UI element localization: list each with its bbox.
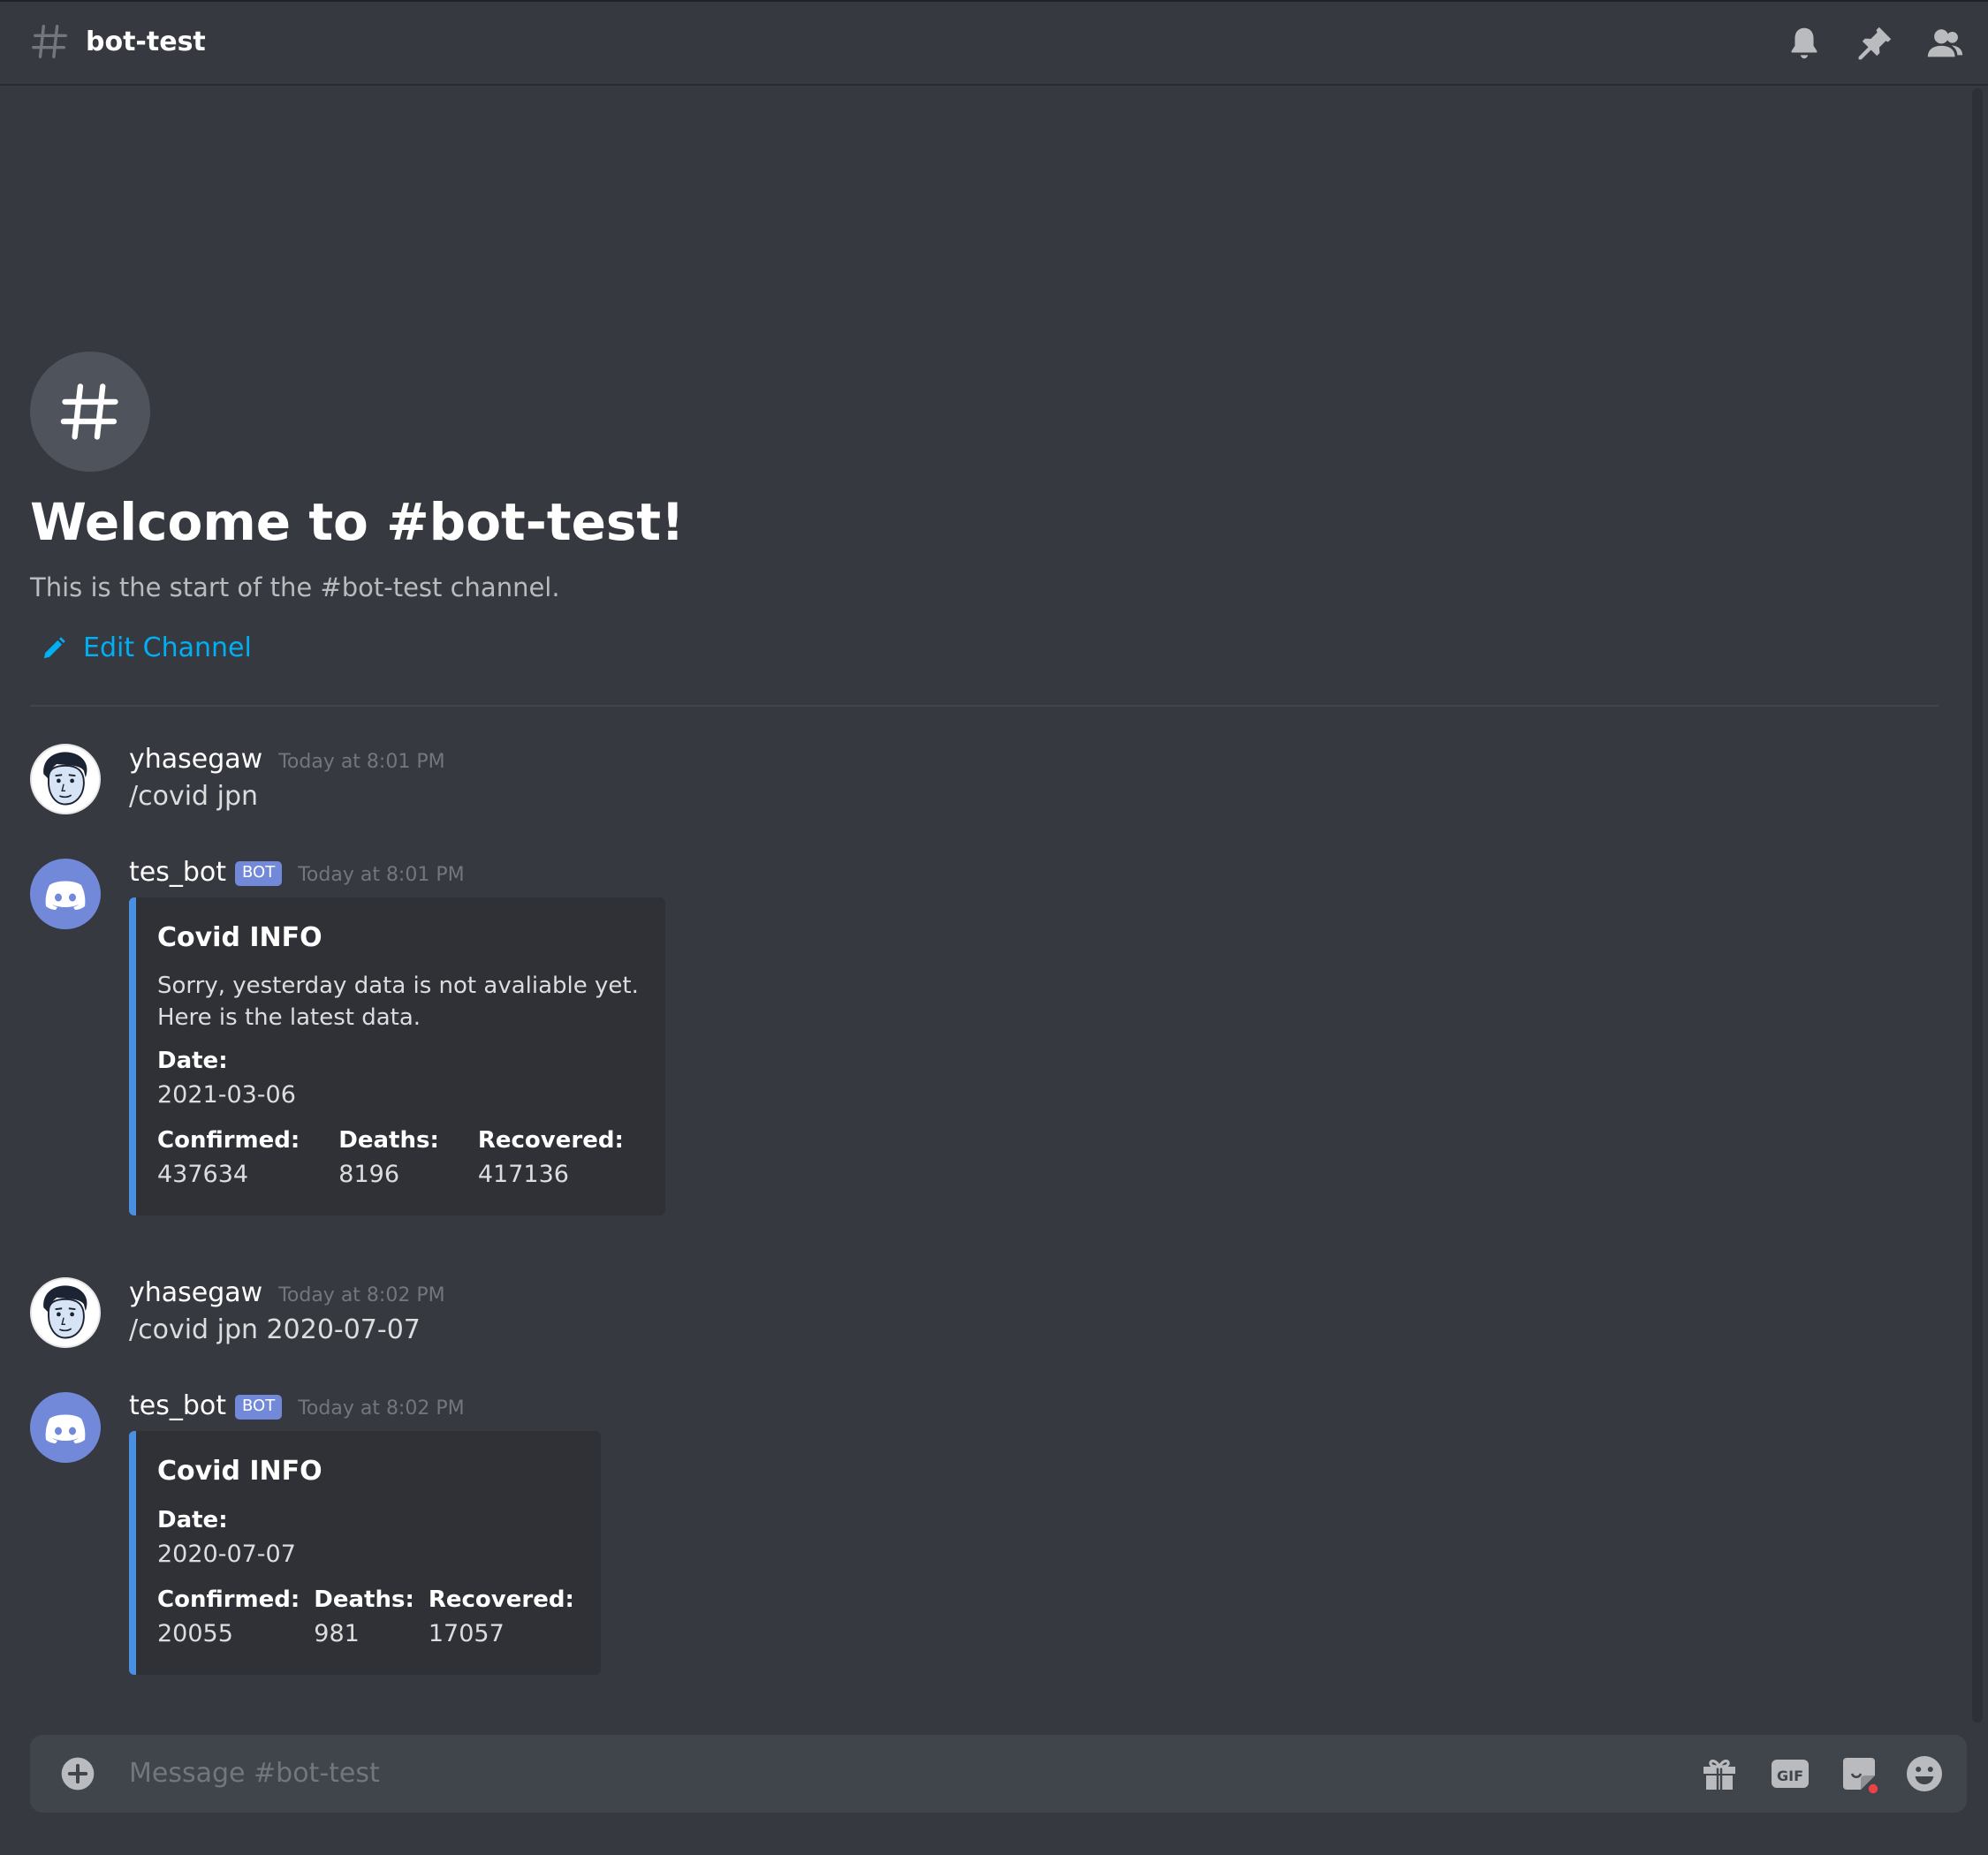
- emoji-icon[interactable]: [1903, 1753, 1946, 1795]
- embed-field-deaths: Deaths: 8196: [338, 1124, 439, 1192]
- welcome-title: Welcome to #bot-test!: [30, 492, 685, 552]
- message-header: tes_bot BOT Today at 8:02 PM: [129, 1390, 465, 1423]
- embed-title: Covid INFO: [157, 922, 322, 953]
- gif-icon[interactable]: GIF: [1769, 1753, 1811, 1795]
- divider: [30, 705, 1939, 707]
- sticker-icon[interactable]: [1838, 1753, 1880, 1795]
- channel-title: bot-test: [86, 26, 206, 57]
- embed-field-date: Date: 2020-07-07: [157, 1503, 574, 1572]
- timestamp: Today at 8:01 PM: [298, 864, 465, 886]
- user-avatar-illustration: [32, 746, 99, 813]
- message-text: /covid jpn 2020-07-07: [129, 1314, 421, 1345]
- embed-field-date: Date: 2021-03-06: [157, 1044, 639, 1113]
- bot-badge: BOT: [235, 861, 283, 886]
- member-list-icon[interactable]: [1924, 23, 1965, 64]
- username[interactable]: yhasegaw: [129, 744, 262, 775]
- field-value: 8196: [338, 1161, 399, 1188]
- field-name: Recovered:: [428, 1586, 574, 1613]
- avatar[interactable]: [30, 1277, 101, 1348]
- add-attachment-icon[interactable]: [60, 1756, 95, 1791]
- field-name: Date:: [157, 1507, 228, 1533]
- field-value: 417136: [477, 1161, 569, 1188]
- username[interactable]: tes_bot: [129, 1390, 226, 1421]
- channel-welcome-icon: [30, 352, 150, 472]
- channel-header: bot-test: [0, 0, 1988, 86]
- embed-description-line: Sorry, yesterday data is not avaliable y…: [157, 973, 639, 999]
- embed-description: Sorry, yesterday data is not avaliable y…: [157, 970, 639, 1034]
- embed-inline-fields: Confirmed: 20055 Deaths: 981 Recovered: …: [157, 1583, 574, 1652]
- bot-avatar[interactable]: [30, 859, 101, 929]
- field-name: Date:: [157, 1048, 228, 1074]
- field-value: 2021-03-06: [157, 1081, 296, 1109]
- timestamp: Today at 8:02 PM: [278, 1284, 445, 1306]
- field-value: 437634: [157, 1161, 249, 1188]
- scrollbar[interactable]: [1972, 88, 1983, 1722]
- embed-field-confirmed: Confirmed: 20055: [157, 1583, 300, 1652]
- field-name: Deaths:: [314, 1586, 414, 1613]
- notification-bell-icon[interactable]: [1784, 23, 1825, 64]
- channel-hash-icon: [32, 25, 67, 58]
- message-header: tes_bot BOT Today at 8:01 PM: [129, 857, 465, 890]
- message-header: yhasegaw Today at 8:01 PM: [129, 744, 445, 775]
- gift-icon[interactable]: [1698, 1753, 1741, 1795]
- avatar[interactable]: [30, 744, 101, 814]
- message-input[interactable]: Message #bot-test: [129, 1754, 380, 1793]
- welcome-subtitle: This is the start of the #bot-test chann…: [30, 572, 560, 602]
- embed: Covid INFO Date: 2020-07-07 Confirmed: 2…: [129, 1431, 601, 1675]
- embed-inline-fields: Confirmed: 437634 Deaths: 8196 Recovered…: [157, 1124, 639, 1192]
- timestamp: Today at 8:02 PM: [298, 1397, 465, 1420]
- pin-icon[interactable]: [1855, 23, 1895, 64]
- embed-field-confirmed: Confirmed: 437634: [157, 1124, 300, 1192]
- field-value: 981: [314, 1620, 360, 1647]
- field-name: Deaths:: [338, 1127, 439, 1154]
- large-hash-icon: [60, 383, 118, 440]
- embed: Covid INFO Sorry, yesterday data is not …: [129, 897, 665, 1215]
- embed-field-deaths: Deaths: 981: [314, 1583, 414, 1652]
- pencil-icon: [43, 637, 65, 659]
- message-text: /covid jpn: [129, 781, 259, 812]
- field-value: 20055: [157, 1620, 233, 1647]
- field-name: Recovered:: [477, 1127, 624, 1154]
- username[interactable]: yhasegaw: [129, 1277, 262, 1308]
- gif-label: GIF: [1777, 1768, 1803, 1784]
- field-value: 2020-07-07: [157, 1541, 296, 1568]
- field-name: Confirmed:: [157, 1586, 300, 1613]
- edit-channel-link[interactable]: Edit Channel: [41, 629, 252, 668]
- field-value: 17057: [428, 1620, 505, 1647]
- message-header: yhasegaw Today at 8:02 PM: [129, 1277, 445, 1308]
- discord-logo-icon: [45, 881, 86, 910]
- user-avatar-illustration: [32, 1279, 99, 1346]
- discord-logo-icon: [45, 1414, 86, 1443]
- embed-description-line: Here is the latest data.: [157, 1004, 421, 1031]
- username[interactable]: tes_bot: [129, 857, 226, 888]
- bot-avatar[interactable]: [30, 1392, 101, 1463]
- message-composer[interactable]: Message #bot-test GIF: [30, 1735, 1967, 1813]
- timestamp: Today at 8:01 PM: [278, 751, 445, 773]
- field-name: Confirmed:: [157, 1127, 300, 1154]
- embed-title: Covid INFO: [157, 1456, 322, 1487]
- edit-channel-label: Edit Channel: [83, 632, 252, 663]
- embed-field-recovered: Recovered: 17057: [429, 1583, 574, 1652]
- embed-field-recovered: Recovered: 417136: [478, 1124, 624, 1192]
- bot-badge: BOT: [235, 1395, 283, 1420]
